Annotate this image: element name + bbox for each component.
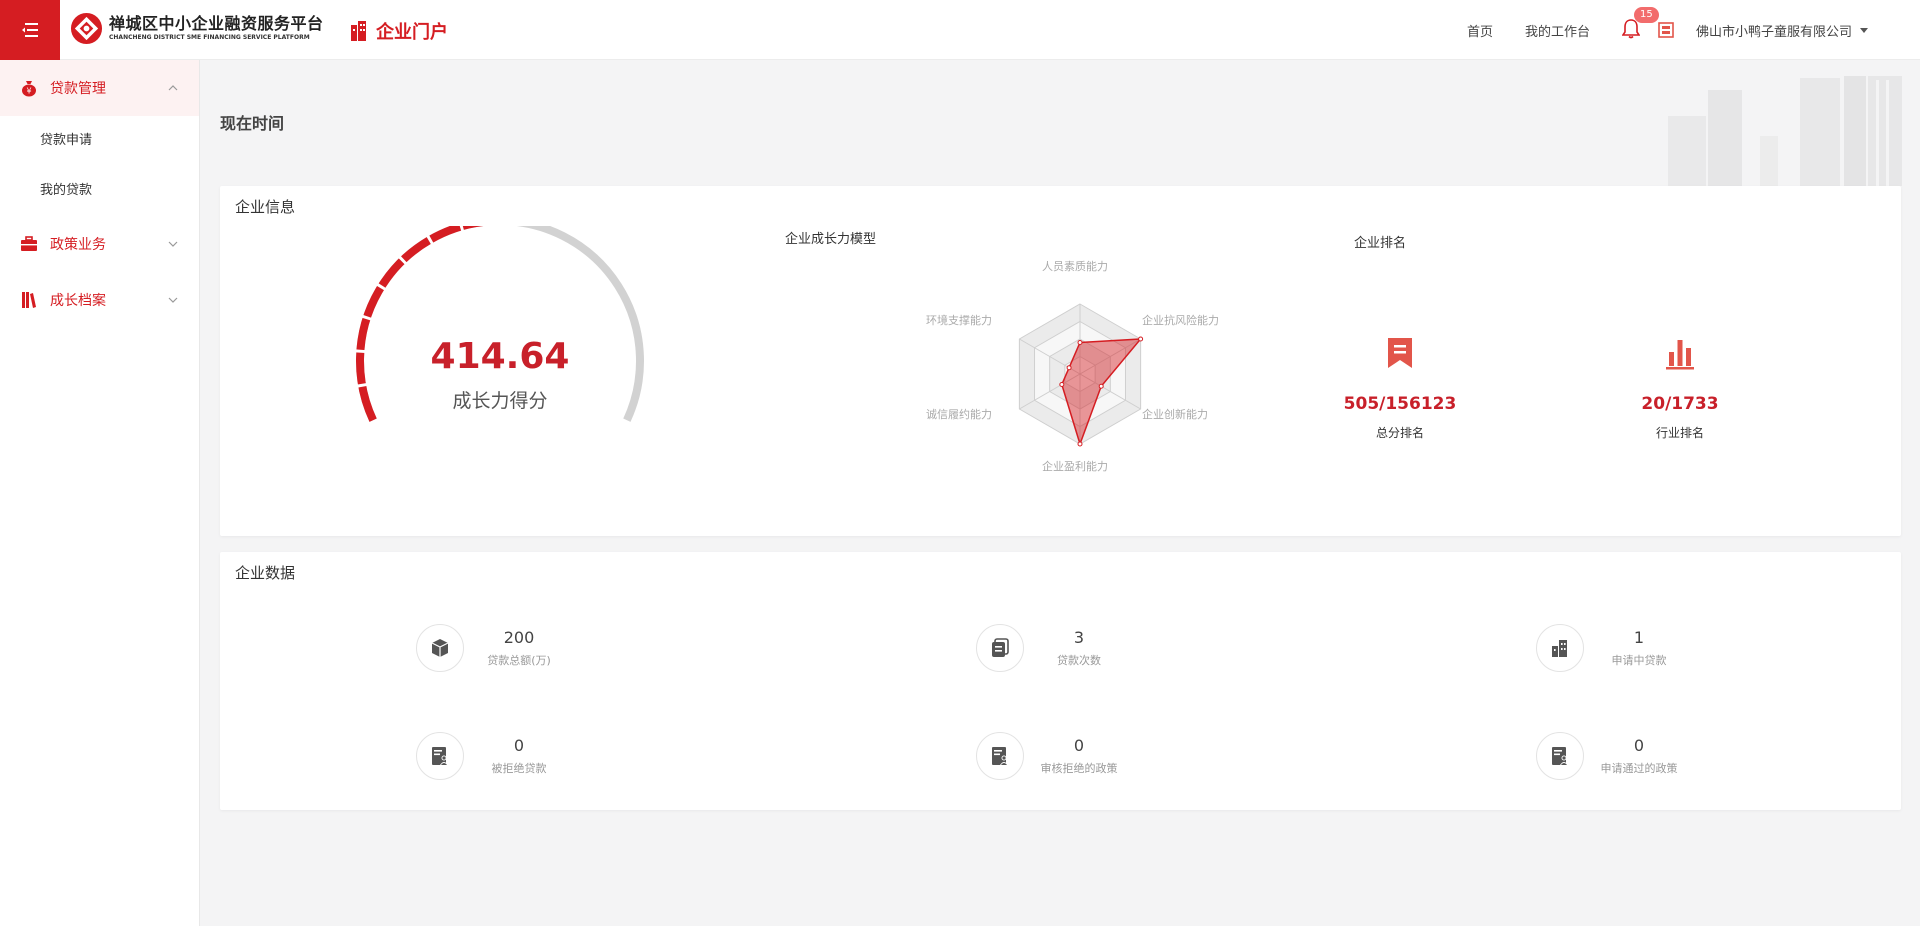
ranking-title: 企业排名 (1354, 236, 1407, 251)
card-title: 企业数据 (235, 564, 296, 582)
notification-badge: 15 (1633, 7, 1659, 23)
stat-label: 贷款总额(万) (487, 654, 551, 667)
industry-rank-value: 20/1733 (1641, 394, 1719, 414)
industry-rank-label: 行业排名 (1655, 426, 1704, 440)
stat-loan-total: 200 贷款总额(万) (416, 624, 616, 674)
brand-title: 禅城区中小企业融资服务平台 (109, 14, 324, 33)
enterprise-data-card: 企业数据 200 贷款总额(万) 3 贷款次数 1 申请中贷款 0 被拒绝贷款 … (220, 552, 1901, 810)
growth-score-label: 成长力得分 (452, 390, 548, 412)
sidebar-item-label: 贷款管理 (50, 81, 106, 97)
growth-score-gauge: 414.64 成长力得分 (340, 217, 660, 456)
stat-value: 200 (503, 628, 535, 647)
company-name: 佛山市小鸭子童服有限公司 (1695, 24, 1852, 40)
id-card-icon (1536, 732, 1584, 780)
radar-point (1098, 383, 1104, 389)
radar-svg (1018, 303, 1144, 447)
stat-loan-rejected: 0 被拒绝贷款 (416, 732, 616, 782)
stat-value: 1 (1633, 628, 1645, 647)
page-title: 现在时间 (220, 114, 285, 133)
sidebar-subitem-my-loans[interactable]: 我的贷款 (0, 166, 199, 216)
radar-title: 企业成长力模型 (785, 232, 877, 247)
chevron-down-icon (168, 241, 178, 247)
stat-label: 贷款次数 (1057, 654, 1101, 667)
radar-axis-label: 人员素质能力 (1042, 260, 1108, 273)
sidebar-item-growth-archive[interactable]: 成长档案 (0, 272, 199, 328)
chevron-down-icon (168, 297, 178, 303)
growth-radar-chart: 人员素质能力 企业抗风险能力 企业创新能力 企业盈利能力 诚信履约能力 环境支撑… (890, 258, 1250, 488)
notification-button[interactable]: 15 (1621, 7, 1659, 41)
radar-axis-label: 企业盈利能力 (1042, 460, 1108, 473)
top-nav: 首页 我的工作台 15 佛山市小鸭子童服有限公司 (1467, 0, 1920, 60)
radar-point (1059, 382, 1065, 387)
enterprise-info-card: 企业信息 414.64 成长力得分 企业成长力模型 人员素质能力 企业抗风险能力… (220, 186, 1901, 536)
id-card-icon (416, 732, 464, 780)
gauge-tick (458, 221, 465, 232)
chevron-up-icon (168, 85, 178, 91)
stat-value: 0 (1633, 736, 1645, 755)
growth-score-value: 414.64 (430, 336, 570, 377)
stat-value: 0 (1073, 736, 1085, 755)
radar-point (1077, 441, 1083, 447)
card-title: 企业信息 (235, 198, 296, 216)
documents-icon (976, 624, 1024, 672)
user-dropdown[interactable]: 佛山市小鸭子童服有限公司 (1696, 21, 1868, 40)
radar-point (1066, 365, 1072, 371)
portal-label: 企业门户 (376, 22, 448, 43)
stat-policy-approved: 0 申请通过的政策 (1536, 732, 1736, 782)
stat-loan-count: 3 贷款次数 (976, 624, 1176, 674)
nav-home-link[interactable]: 首页 (1467, 21, 1493, 40)
stat-label: 申请中贷款 (1611, 654, 1667, 667)
total-rank-label: 总分排名 (1375, 426, 1424, 440)
stat-policy-rejected: 0 审核拒绝的政策 (976, 732, 1176, 782)
building-icon (351, 21, 366, 41)
radar-axis-label: 企业抗风险能力 (1142, 314, 1219, 327)
radar-point (1077, 340, 1083, 345)
radar-axis-label: 企业创新能力 (1142, 408, 1208, 421)
main-content: 现在时间 企业信息 414.64 成长力得分 企业成长力模型 人员素质能力 企业… (200, 60, 1920, 926)
total-rank-value: 505/156123 (1343, 394, 1457, 414)
radar-axis-label: 环境支撑能力 (926, 314, 992, 327)
stat-value: 3 (1073, 628, 1085, 647)
stat-loan-pending: 1 申请中贷款 (1536, 624, 1736, 674)
gauge-tick (376, 282, 387, 291)
nav-workbench-link[interactable]: 我的工作台 (1525, 21, 1590, 40)
sidebar-item-label: 政策业务 (50, 237, 106, 253)
brand[interactable]: 禅城区中小企业融资服务平台 CHANCHENG DISTRICT SME FIN… (70, 12, 324, 45)
radar-point (1138, 336, 1144, 342)
menu-fold-icon (22, 23, 38, 37)
sidebar-item-loan-management[interactable]: ¥ 贷款管理 (0, 60, 199, 116)
gauge-tick (398, 255, 408, 265)
gauge-tick (361, 314, 373, 321)
archive-icon (20, 291, 38, 309)
menu-toggle-button[interactable] (0, 0, 60, 60)
bookmark-icon (1388, 338, 1412, 368)
radar-axis-label: 诚信履约能力 (926, 408, 992, 421)
sidebar-subitem-loan-apply[interactable]: 贷款申请 (0, 116, 199, 166)
bar-chart-icon (1666, 340, 1694, 370)
avatar-icon[interactable] (1658, 22, 1674, 38)
sidebar: ¥ 贷款管理 贷款申请 我的贷款 政策业务 成长档案 (0, 60, 200, 926)
stat-label: 被拒绝贷款 (491, 762, 547, 775)
industry-rank: 20/1733 行业排名 (1600, 336, 1760, 441)
cube-icon (416, 624, 464, 672)
id-card-icon (976, 732, 1024, 780)
total-rank: 505/156123 总分排名 (1320, 336, 1480, 441)
sidebar-item-label: 成长档案 (50, 293, 106, 309)
gauge-tick (426, 234, 434, 245)
top-header: 禅城区中小企业融资服务平台 CHANCHENG DISTRICT SME FIN… (0, 0, 1920, 60)
svg-text:¥: ¥ (26, 87, 31, 96)
stat-label: 申请通过的政策 (1600, 762, 1678, 775)
stat-label: 审核拒绝的政策 (1040, 762, 1118, 775)
money-bag-icon: ¥ (20, 79, 38, 97)
stat-value: 0 (513, 736, 525, 755)
briefcase-icon (20, 235, 38, 253)
building-icon (1536, 624, 1584, 672)
caret-down-icon (1860, 27, 1868, 33)
buildings-decoration-icon (1668, 76, 1902, 186)
brand-subtitle: CHANCHENG DISTRICT SME FINANCING SERVICE… (109, 34, 310, 41)
sidebar-item-policy-business[interactable]: 政策业务 (0, 216, 199, 272)
platform-logo-icon (70, 12, 103, 45)
portal-title: 企业门户 (350, 18, 448, 44)
